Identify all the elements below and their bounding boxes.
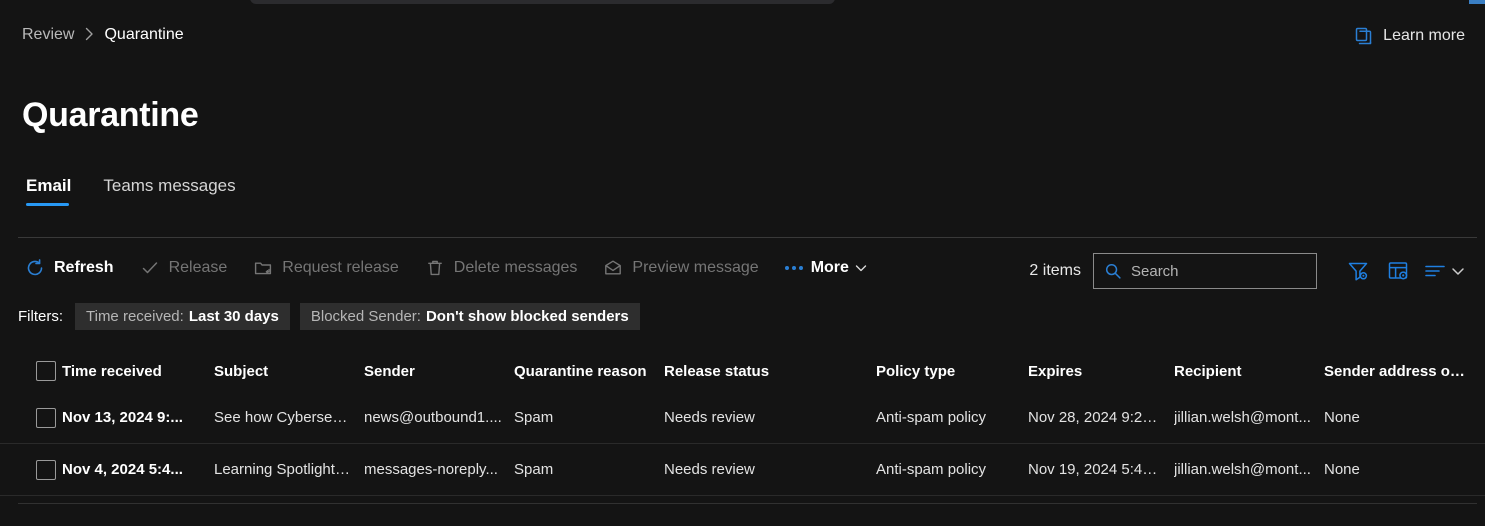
delete-messages-button[interactable]: Delete messages — [422, 254, 591, 282]
column-header-time-received[interactable]: Time received — [62, 363, 214, 380]
command-bar: Refresh Release Request release — [22, 251, 892, 285]
quarantine-table: Time received Subject Sender Quarantine … — [0, 350, 1485, 496]
refresh-button[interactable]: Refresh — [22, 254, 127, 282]
cell-sender: messages-noreply... — [364, 461, 514, 478]
cell-expires: Nov 19, 2024 5:43:... — [1028, 461, 1174, 478]
column-header-sender[interactable]: Sender — [364, 363, 514, 380]
cell-time-received: Nov 4, 2024 5:4... — [62, 461, 214, 478]
column-header-sender-address-override[interactable]: Sender address ov... — [1324, 363, 1479, 380]
cell-sender-address-override: None — [1324, 461, 1479, 478]
top-right-blue-sliver — [1469, 0, 1485, 4]
tab-email[interactable]: Email — [26, 176, 71, 210]
row-checkbox-cell — [0, 408, 62, 428]
envelope-icon — [603, 258, 623, 278]
more-label: More — [811, 259, 849, 277]
cell-expires: Nov 28, 2024 9:26:... — [1028, 409, 1174, 426]
tab-list: Email Teams messages — [26, 176, 236, 210]
cell-quarantine-reason: Spam — [514, 409, 664, 426]
filter-pill-key: Blocked Sender: — [311, 308, 421, 325]
column-header-quarantine-reason[interactable]: Quarantine reason — [514, 363, 664, 380]
row-checkbox[interactable] — [36, 460, 56, 480]
tab-teams-messages[interactable]: Teams messages — [103, 176, 235, 210]
quarantine-page: Review Quarantine Learn more Quarantine … — [0, 0, 1485, 526]
cell-subject: Learning Spotlight: ... — [214, 461, 364, 478]
page-title: Quarantine — [22, 96, 198, 135]
column-header-policy-type[interactable]: Policy type — [876, 363, 1028, 380]
search-input[interactable] — [1131, 263, 1306, 280]
filters-bar: Filters: Time received: Last 30 days Blo… — [18, 303, 640, 330]
cell-quarantine-reason: Spam — [514, 461, 664, 478]
sort-lines-icon — [1423, 260, 1447, 282]
filter-pill-blocked-sender[interactable]: Blocked Sender: Don't show blocked sende… — [300, 303, 640, 330]
filter-pill-value: Last 30 days — [189, 308, 279, 325]
top-chrome-sliver — [250, 0, 835, 4]
cell-policy-type: Anti-spam policy — [876, 461, 1028, 478]
breadcrumb: Review Quarantine — [22, 26, 184, 44]
breadcrumb-item-quarantine[interactable]: Quarantine — [104, 26, 183, 44]
column-options-button[interactable] — [1381, 254, 1415, 288]
table-bottom-divider — [18, 503, 1477, 504]
filter-pill-value: Don't show blocked senders — [426, 308, 629, 325]
cell-release-status: Needs review — [664, 461, 876, 478]
table-row[interactable]: Nov 13, 2024 9:... See how Cybersecu... … — [0, 392, 1485, 444]
request-release-button[interactable]: Request release — [250, 254, 412, 282]
select-all-checkbox[interactable] — [36, 361, 56, 381]
release-label: Release — [169, 259, 228, 277]
filter-settings-button[interactable] — [1341, 254, 1375, 288]
cell-time-received: Nov 13, 2024 9:... — [62, 409, 214, 426]
preview-message-button[interactable]: Preview message — [600, 254, 771, 282]
table-row[interactable]: Nov 4, 2024 5:4... Learning Spotlight: .… — [0, 444, 1485, 496]
command-bar-right: 2 items — [1029, 251, 1467, 291]
refresh-label: Refresh — [54, 259, 114, 277]
items-count: 2 items — [1029, 262, 1081, 280]
toolbar-top-divider — [18, 237, 1477, 238]
cell-recipient: jillian.welsh@mont... — [1174, 409, 1324, 426]
column-header-expires[interactable]: Expires — [1028, 363, 1174, 380]
learn-more-link[interactable]: Learn more — [1354, 26, 1465, 46]
filters-label: Filters: — [18, 308, 63, 325]
checkmark-icon — [140, 258, 160, 278]
table-gear-icon — [1387, 260, 1409, 282]
refresh-icon — [25, 258, 45, 278]
cell-sender-address-override: None — [1324, 409, 1479, 426]
search-icon — [1104, 262, 1122, 280]
table-header-row: Time received Subject Sender Quarantine … — [0, 350, 1485, 392]
column-header-subject[interactable]: Subject — [214, 363, 364, 380]
filter-pill-key: Time received: — [86, 308, 184, 325]
column-header-recipient[interactable]: Recipient — [1174, 363, 1324, 380]
folder-request-icon — [253, 258, 273, 278]
document-pages-icon — [1354, 26, 1374, 46]
select-all-checkbox-cell — [0, 361, 62, 381]
search-box[interactable] — [1093, 253, 1317, 289]
delete-messages-label: Delete messages — [454, 259, 578, 277]
chevron-down-icon — [849, 260, 869, 276]
sort-group-button[interactable] — [1423, 260, 1467, 282]
learn-more-label: Learn more — [1383, 27, 1465, 45]
column-header-release-status[interactable]: Release status — [664, 363, 876, 380]
preview-message-label: Preview message — [632, 259, 758, 277]
request-release-label: Request release — [282, 259, 399, 277]
breadcrumb-separator-icon — [84, 27, 94, 44]
cell-policy-type: Anti-spam policy — [876, 409, 1028, 426]
row-checkbox[interactable] — [36, 408, 56, 428]
filter-gear-icon — [1347, 260, 1369, 282]
chevron-down-icon — [1449, 262, 1467, 280]
filter-pill-time-received[interactable]: Time received: Last 30 days — [75, 303, 290, 330]
cell-recipient: jillian.welsh@mont... — [1174, 461, 1324, 478]
release-button[interactable]: Release — [137, 254, 241, 282]
ellipsis-icon — [785, 266, 803, 270]
more-button[interactable]: More — [782, 255, 882, 281]
cell-sender: news@outbound1.... — [364, 409, 514, 426]
cell-release-status: Needs review — [664, 409, 876, 426]
breadcrumb-item-review[interactable]: Review — [22, 26, 74, 44]
trash-icon — [425, 258, 445, 278]
row-checkbox-cell — [0, 460, 62, 480]
cell-subject: See how Cybersecu... — [214, 409, 364, 426]
